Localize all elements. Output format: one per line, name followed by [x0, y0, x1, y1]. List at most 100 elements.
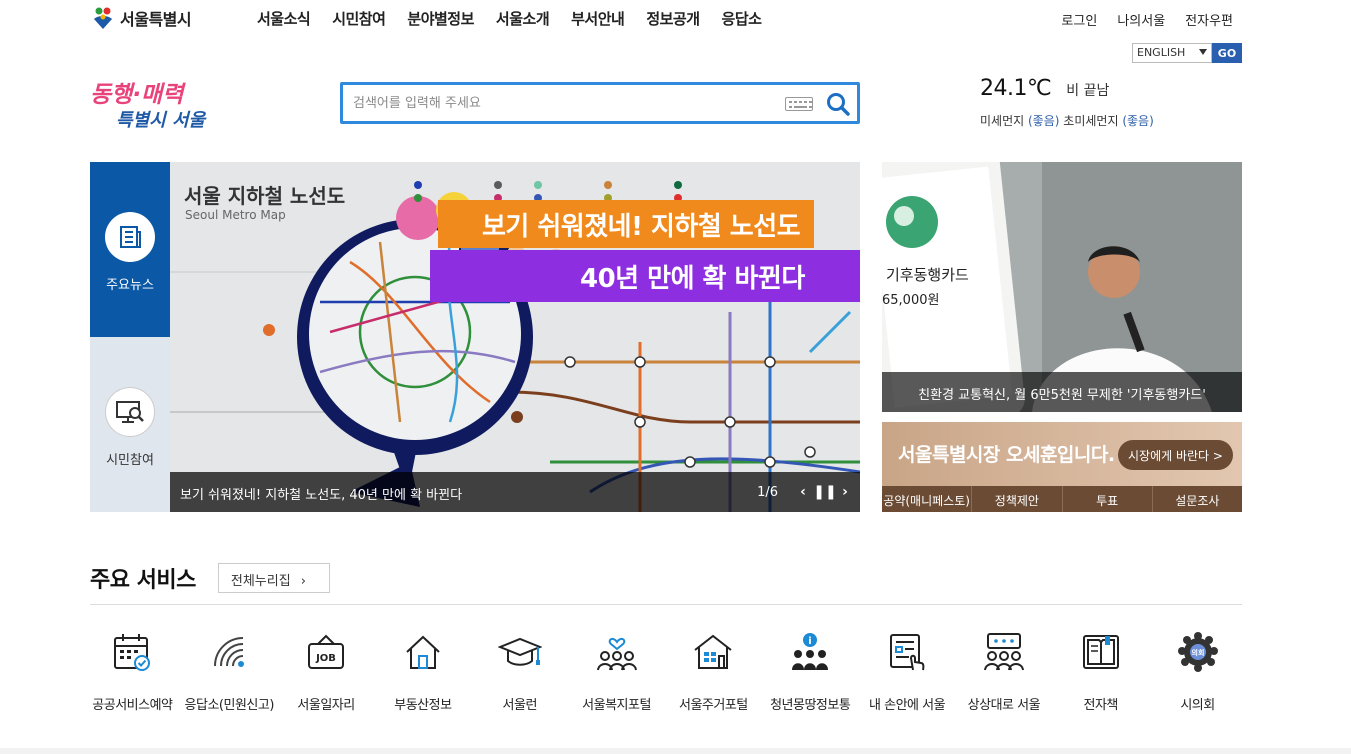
service-eungdapso[interactable]: 응답소(민원신고)	[181, 630, 278, 713]
gnb-item-participation[interactable]: 시민참여	[332, 8, 386, 29]
login-link[interactable]: 로그인	[1061, 10, 1097, 29]
service-housing-portal[interactable]: 서울주거포털	[665, 630, 762, 713]
monitor-search-icon	[105, 387, 155, 437]
service-label: 시의회	[1180, 698, 1215, 713]
council-emblem-icon: 의회	[1177, 632, 1218, 672]
service-label: 상상대로 서울	[967, 698, 1041, 713]
svg-text:의회: 의회	[1191, 648, 1204, 657]
service-label: 부동산정보	[394, 698, 452, 713]
email-link[interactable]: 전자우편	[1185, 10, 1233, 29]
weather-widget[interactable]: 24.1℃ 비 끝남 미세먼지 (좋음) 초미세먼지 (좋음)	[980, 76, 1154, 128]
service-seoul-in-hand[interactable]: 내 손안에 서울	[859, 630, 956, 713]
banner-map-subtitle: Seoul Metro Map	[185, 208, 286, 222]
search-box	[340, 82, 860, 124]
global-nav: 서울소식 시민참여 분야별정보 서울소개 부서안내 정보공개 응답소	[257, 8, 762, 29]
service-label: 응답소(민원신고)	[184, 698, 275, 713]
gnb-item-eungdapso[interactable]: 응답소	[722, 8, 762, 29]
language-selected: ENGLISH	[1137, 46, 1186, 59]
my-seoul-link[interactable]: 나의서울	[1117, 10, 1165, 29]
weather-condition: 비 끝남	[1066, 83, 1110, 99]
tab-main-news[interactable]: 주요뉴스	[90, 162, 184, 337]
gnb-item-departments[interactable]: 부서안내	[571, 8, 625, 29]
building-icon	[694, 634, 732, 669]
air-quality: 미세먼지 (좋음) 초미세먼지 (좋음)	[980, 112, 1154, 129]
services-list: 공공서비스예약 응답소(민원신고) JOB 서울일자리 부동산정보 서울런 서울…	[84, 630, 1246, 713]
chevron-right-icon: ›	[300, 574, 306, 589]
dust-label: 미세먼지	[980, 114, 1025, 128]
service-ebook[interactable]: 전자책	[1052, 630, 1149, 713]
mayor-box: 서울특별시장 오세훈입니다. 시장에게 바란다 > 공약(매니페스토) 정책제안…	[882, 422, 1242, 512]
service-imagine-seoul[interactable]: 상상대로 서울	[955, 630, 1052, 713]
mayor-title: 서울특별시장 오세훈입니다.	[898, 444, 1115, 466]
tab-citizen-participation-label: 시민참여	[106, 453, 154, 468]
service-real-estate[interactable]: 부동산정보	[374, 630, 471, 713]
services-title: 주요 서비스	[90, 568, 196, 593]
service-public-reservation[interactable]: 공공서비스예약	[84, 630, 181, 713]
service-label: 공공서비스예약	[92, 698, 173, 713]
language-selector: ENGLISH GO	[1132, 43, 1242, 63]
service-welfare-portal[interactable]: 서울복지포털	[568, 630, 665, 713]
banner-next-button[interactable]: ›	[836, 482, 854, 502]
mayor-link-manifesto[interactable]: 공약(매니페스토)	[882, 486, 971, 512]
virtual-keyboard-icon[interactable]	[785, 97, 813, 111]
svg-text:i: i	[808, 636, 811, 647]
signal-icon	[214, 637, 245, 667]
promo-card-price: 65,000원	[882, 293, 939, 308]
all-sites-button[interactable]: 전체누리집 ›	[217, 563, 330, 593]
banner-counter: 1/6	[757, 485, 778, 500]
slogan-logo[interactable]: 동행·매력 특별시 서울	[88, 78, 228, 134]
mayor-link-survey[interactable]: 설문조사	[1151, 486, 1242, 512]
promo-caption: 친환경 교통혁신, 월 6만5천원 무제한 '기후동행카드'	[882, 372, 1242, 412]
chevron-down-icon	[1199, 49, 1207, 55]
ebook-icon	[1082, 635, 1119, 669]
main-news-banner[interactable]: 서울 지하철 노선도 Seoul Metro Map 보기 쉬워졌네! 지하철 …	[170, 162, 860, 512]
slogan-line1: 동행·매력	[90, 82, 186, 108]
mayor-link-policy[interactable]: 정책제안	[971, 486, 1061, 512]
fine-dust-value: (좋음)	[1122, 114, 1154, 128]
job-sign-icon: JOB	[308, 634, 345, 669]
chevron-left-icon: ‹	[800, 484, 806, 500]
service-seoul-jobs[interactable]: JOB 서울일자리	[278, 630, 375, 713]
banner-headline-1: 보기 쉬워졌네! 지하철 노선도	[438, 200, 815, 248]
services-divider	[90, 604, 1242, 605]
svg-text:JOB: JOB	[315, 653, 336, 664]
mayor-links: 공약(매니페스토) 정책제안 투표 설문조사	[882, 486, 1242, 512]
services-header: 주요 서비스 전체누리집 ›	[90, 562, 330, 594]
climate-card-promo[interactable]: 기후동행카드 65,000원 친환경 교통혁신, 월 6만5천원 무제한 '기후…	[882, 162, 1242, 412]
language-select[interactable]: ENGLISH	[1132, 43, 1212, 63]
mayor-link-vote[interactable]: 투표	[1061, 486, 1152, 512]
service-seoul-learn[interactable]: 서울런	[471, 630, 568, 713]
graduation-cap-icon	[497, 637, 542, 666]
seoul-logo-icon	[90, 5, 116, 31]
seoul-logo[interactable]: 서울특별시	[90, 4, 192, 32]
gnb-item-about-seoul[interactable]: 서울소개	[496, 8, 550, 29]
newspaper-icon	[105, 212, 155, 262]
service-youth-info[interactable]: i 청년몽땅정보통	[762, 630, 859, 713]
utility-links: 로그인 나의서울 전자우편	[1061, 10, 1233, 29]
chevron-right-icon: ›	[842, 484, 848, 500]
promo-card-text: 기후동행카드	[886, 266, 969, 284]
tab-citizen-participation[interactable]: 시민참여	[90, 337, 170, 512]
idea-board-icon	[983, 633, 1024, 671]
search-button[interactable]	[825, 91, 851, 117]
banner-prev-button[interactable]: ‹	[794, 482, 812, 502]
house-icon	[406, 635, 440, 669]
logo-text: 서울특별시	[120, 10, 192, 29]
pause-icon: ❚❚	[813, 484, 837, 500]
search-input[interactable]	[343, 85, 773, 121]
language-go-button[interactable]: GO	[1212, 43, 1242, 63]
main-side-tabs: 주요뉴스 시민참여	[90, 162, 184, 512]
banner-pause-button[interactable]: ❚❚	[813, 482, 837, 502]
people-heart-icon	[596, 637, 637, 671]
service-label: 서울런	[502, 698, 538, 713]
service-label: 내 손안에 서울	[869, 698, 946, 713]
top-bar: 서울특별시 서울소식 시민참여 분야별정보 서울소개 부서안내 정보공개 응답소…	[0, 0, 1351, 40]
tablet-hand-icon	[890, 634, 925, 671]
gnb-item-disclosure[interactable]: 정보공개	[646, 8, 700, 29]
mayor-request-button[interactable]: 시장에게 바란다 >	[1118, 440, 1233, 470]
gnb-item-news[interactable]: 서울소식	[257, 8, 311, 29]
temperature: 24.1℃	[980, 76, 1052, 101]
search-icon	[827, 93, 850, 116]
gnb-item-field-info[interactable]: 분야별정보	[407, 8, 474, 29]
service-city-council[interactable]: 의회 시의회	[1149, 630, 1246, 713]
